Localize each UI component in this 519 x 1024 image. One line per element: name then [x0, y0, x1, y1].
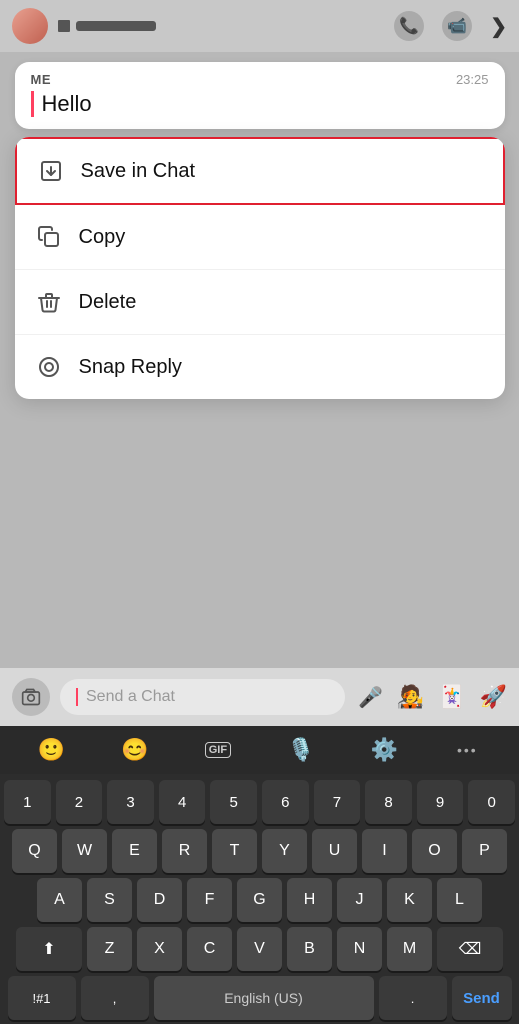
text-input-area[interactable]: Send a Chat	[60, 679, 345, 715]
key-7[interactable]: 7	[314, 780, 361, 824]
message-time: 23:25	[456, 72, 489, 87]
bitmoji-toolbar-icon[interactable]: 🙂	[32, 732, 72, 768]
bitmoji-icon[interactable]: 🧑‍🎤	[397, 684, 424, 710]
key-o[interactable]: O	[412, 829, 457, 873]
key-d[interactable]: D	[137, 878, 182, 922]
key-8[interactable]: 8	[365, 780, 412, 824]
key-j[interactable]: J	[337, 878, 382, 922]
back-button[interactable]: ❯	[490, 14, 507, 39]
key-n[interactable]: N	[337, 927, 382, 971]
top-bar: 📞 📹 ❯	[0, 0, 519, 52]
key-u[interactable]: U	[312, 829, 357, 873]
key-e[interactable]: E	[112, 829, 157, 873]
action-icons: 🧑‍🎤 🃏 🚀	[397, 684, 507, 710]
context-menu: Save in Chat Copy	[15, 137, 505, 399]
more-toolbar-icon[interactable]: •••	[447, 732, 487, 768]
rocket-icon[interactable]: 🚀	[480, 684, 507, 710]
backspace-key[interactable]: ⌫	[437, 927, 503, 971]
contact-initial-block	[58, 20, 70, 32]
key-q[interactable]: Q	[12, 829, 57, 873]
top-icons: 📞 📹 ❯	[394, 11, 507, 41]
period-key[interactable]: .	[379, 976, 447, 1020]
cursor	[76, 688, 78, 706]
keyboard: 1 2 3 4 5 6 7 8 9 0 Q W E R T Y U I O P …	[0, 774, 519, 1024]
contact-name-row	[58, 20, 384, 32]
menu-item-copy[interactable]: Copy	[15, 205, 505, 270]
key-h[interactable]: H	[287, 878, 332, 922]
mic-button[interactable]: 🎤	[355, 681, 387, 713]
snap-reply-icon	[35, 353, 63, 381]
message-header: ME 23:25	[31, 72, 489, 87]
key-g[interactable]: G	[237, 878, 282, 922]
key-c[interactable]: C	[187, 927, 232, 971]
key-s[interactable]: S	[87, 878, 132, 922]
send-key[interactable]: Send	[452, 976, 512, 1020]
key-a[interactable]: A	[37, 878, 82, 922]
chat-area: ME 23:25 Hello Save in Chat	[0, 52, 519, 668]
key-1[interactable]: 1	[4, 780, 51, 824]
mic-icon: 🎤	[358, 685, 383, 710]
snap-reply-label: Snap Reply	[79, 356, 182, 379]
keyboard-toolbar: 🙂 😊 GIF 🎙️ ⚙️ •••	[0, 726, 519, 774]
key-t[interactable]: T	[212, 829, 257, 873]
key-2[interactable]: 2	[56, 780, 103, 824]
asdf-row: A S D F G H J K L	[4, 878, 515, 922]
key-w[interactable]: W	[62, 829, 107, 873]
space-key[interactable]: English (US)	[154, 976, 374, 1020]
copy-label: Copy	[79, 226, 126, 249]
phone-button[interactable]: 📞	[394, 11, 424, 41]
key-4[interactable]: 4	[159, 780, 206, 824]
menu-item-delete[interactable]: Delete	[15, 270, 505, 335]
shift-key[interactable]: ⬆	[16, 927, 82, 971]
avatar[interactable]	[12, 8, 48, 44]
key-z[interactable]: Z	[87, 927, 132, 971]
save-in-chat-label: Save in Chat	[81, 160, 196, 183]
key-5[interactable]: 5	[210, 780, 257, 824]
phone-icon: 📞	[399, 16, 419, 36]
menu-item-save-in-chat[interactable]: Save in Chat	[15, 137, 505, 205]
key-p[interactable]: P	[462, 829, 507, 873]
mic-toolbar-icon[interactable]: 🎙️	[281, 732, 321, 768]
sticker-icon[interactable]: 🃏	[438, 684, 465, 710]
settings-toolbar-icon[interactable]: ⚙️	[364, 732, 404, 768]
key-f[interactable]: F	[187, 878, 232, 922]
symbols-key[interactable]: !#1	[8, 976, 76, 1020]
video-button[interactable]: 📹	[442, 11, 472, 41]
key-v[interactable]: V	[237, 927, 282, 971]
key-m[interactable]: M	[387, 927, 432, 971]
key-l[interactable]: L	[437, 878, 482, 922]
contact-info	[58, 20, 384, 32]
key-9[interactable]: 9	[417, 780, 464, 824]
message-sender: ME	[31, 72, 52, 87]
message-bubble: ME 23:25 Hello	[15, 62, 505, 129]
menu-item-snap-reply[interactable]: Snap Reply	[15, 335, 505, 399]
copy-icon	[35, 223, 63, 251]
delete-icon	[35, 288, 63, 316]
key-3[interactable]: 3	[107, 780, 154, 824]
gif-toolbar-button[interactable]: GIF	[198, 732, 238, 768]
key-x[interactable]: X	[137, 927, 182, 971]
key-i[interactable]: I	[362, 829, 407, 873]
key-b[interactable]: B	[287, 927, 332, 971]
input-placeholder: Send a Chat	[86, 688, 175, 706]
key-6[interactable]: 6	[262, 780, 309, 824]
delete-label: Delete	[79, 291, 137, 314]
comma-key[interactable]: ,	[81, 976, 149, 1020]
key-r[interactable]: R	[162, 829, 207, 873]
message-text: Hello	[31, 91, 489, 117]
key-0[interactable]: 0	[468, 780, 515, 824]
contact-name-bar	[76, 21, 156, 31]
input-bar: Send a Chat 🎤 🧑‍🎤 🃏 🚀	[0, 668, 519, 726]
camera-button[interactable]	[12, 678, 50, 716]
video-icon: 📹	[447, 16, 467, 36]
bottom-row: !#1 , English (US) . Send	[4, 976, 515, 1020]
number-row: 1 2 3 4 5 6 7 8 9 0	[4, 780, 515, 824]
save-in-chat-icon	[37, 157, 65, 185]
zxcv-row: ⬆ Z X C V B N M ⌫	[4, 927, 515, 971]
qwerty-row: Q W E R T Y U I O P	[4, 829, 515, 873]
key-k[interactable]: K	[387, 878, 432, 922]
key-y[interactable]: Y	[262, 829, 307, 873]
emoji-toolbar-icon[interactable]: 😊	[115, 732, 155, 768]
context-overlay: ME 23:25 Hello Save in Chat	[0, 52, 519, 668]
